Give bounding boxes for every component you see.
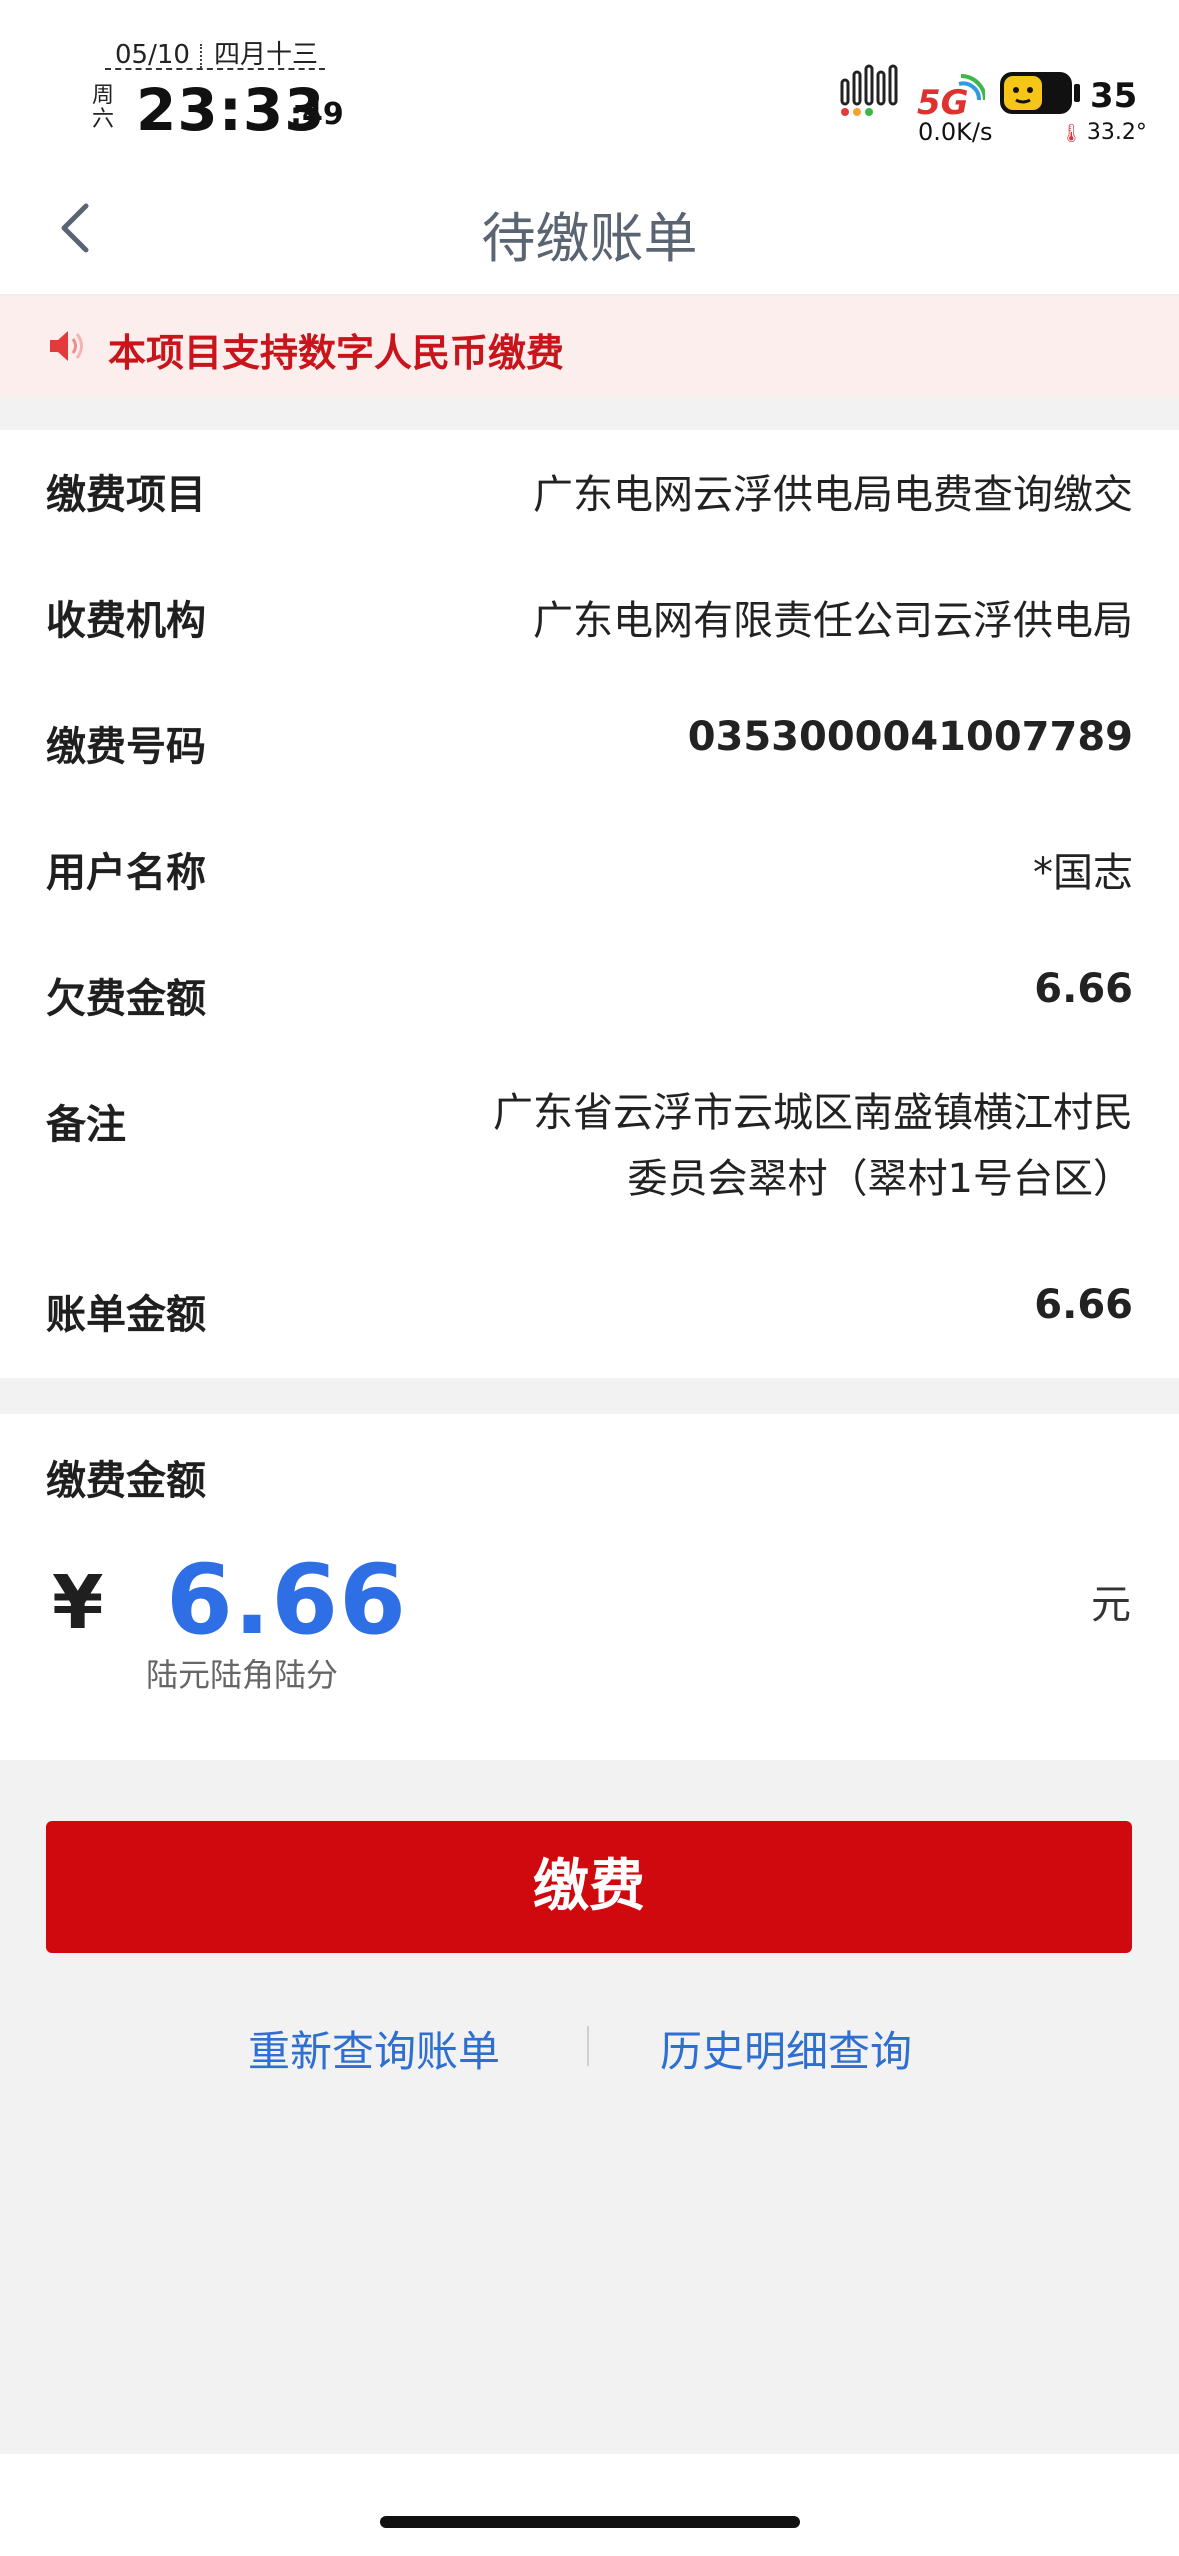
payment-amount-card: 缴费金额 ¥ 6.66 元 陆元陆角陆分 [0,1414,1179,1760]
svg-text:5G: 5G [917,83,969,120]
bill-row-label: 备注 [46,1102,126,1148]
bill-row-value: 广东电网有限责任公司云浮供电局 [533,598,1133,644]
network-5g-icon: 5G [917,74,985,120]
lunar-date: 四月十三 [213,40,318,70]
temperature: 🌡 33.2° [1060,120,1147,145]
bill-row-label: 缴费号码 [46,724,206,770]
net-speed: 0.0K/s [918,118,993,146]
remark-line-1: 广东省云浮市云城区南盛镇横江村民 [493,1090,1133,1136]
link-divider [587,2026,589,2066]
bill-row-label: 用户名称 [46,850,206,896]
home-indicator[interactable] [380,2516,800,2528]
weekday: 周六 [92,83,115,132]
date-display: 05/10 四月十三 [115,34,318,71]
bill-row-label: 收费机构 [46,598,206,644]
payment-amount-input[interactable]: 6.66 [166,1544,407,1656]
bill-row-value: 广东电网云浮供电局电费查询缴交 [533,472,1133,518]
bill-row-value: 6.66 [1034,966,1133,1012]
clock-seconds: :49 [290,97,344,132]
history-detail-link[interactable]: 历史明细查询 [660,2018,912,2079]
page-title: 待缴账单 [481,207,698,270]
notice-banner: 本项目支持数字人民币缴费 [0,296,1179,396]
bill-row-value: 0353000041007789 [687,714,1133,760]
currency-unit: 元 [1091,1582,1131,1628]
speaker-icon [50,331,83,361]
bill-row-value: *国志 [1033,850,1133,896]
bill-row-label: 缴费项目 [46,472,206,518]
signal-bars-icon [840,64,898,116]
bill-row-value: 广东省云浮市云城区南盛镇横江村民 委员会翠村（翠村1号台区） [413,1080,1133,1212]
date: 05/10 [115,40,190,70]
status-bar: 05/10 四月十三 周六 23:33 :49 5G 0.0K/s 35 🌡 33.… [0,0,1179,170]
thermometer-icon: 🌡 [1060,123,1083,144]
amount-in-words: 陆元陆角陆分 [146,1656,339,1694]
bill-row-label: 欠费金额 [46,976,206,1022]
bill-row-value: 6.66 [1034,1282,1133,1328]
temperature-value: 33.2° [1086,120,1147,145]
nav-bar: 待缴账单 [0,170,1179,296]
home-indicator-area [0,2454,1179,2556]
remark-line-2: 委员会翠村（翠村1号台区） [627,1156,1133,1202]
battery-icon [1000,72,1080,114]
notice-text: 本项目支持数字人民币缴费 [108,331,565,375]
battery-level: 35 [1090,76,1138,116]
bill-info-card: 缴费项目 广东电网云浮供电局电费查询缴交 收费机构 广东电网有限责任公司云浮供电… [0,430,1179,1378]
payment-amount-title: 缴费金额 [46,1458,206,1504]
requery-bill-link[interactable]: 重新查询账单 [248,2018,500,2079]
action-links: 重新查询账单 历史明细查询 [0,2018,1179,2088]
currency-symbol: ¥ [52,1560,104,1646]
pay-button[interactable]: 缴费 [46,1821,1132,1953]
bill-row-label: 账单金额 [46,1292,206,1338]
date-underline [105,68,325,70]
